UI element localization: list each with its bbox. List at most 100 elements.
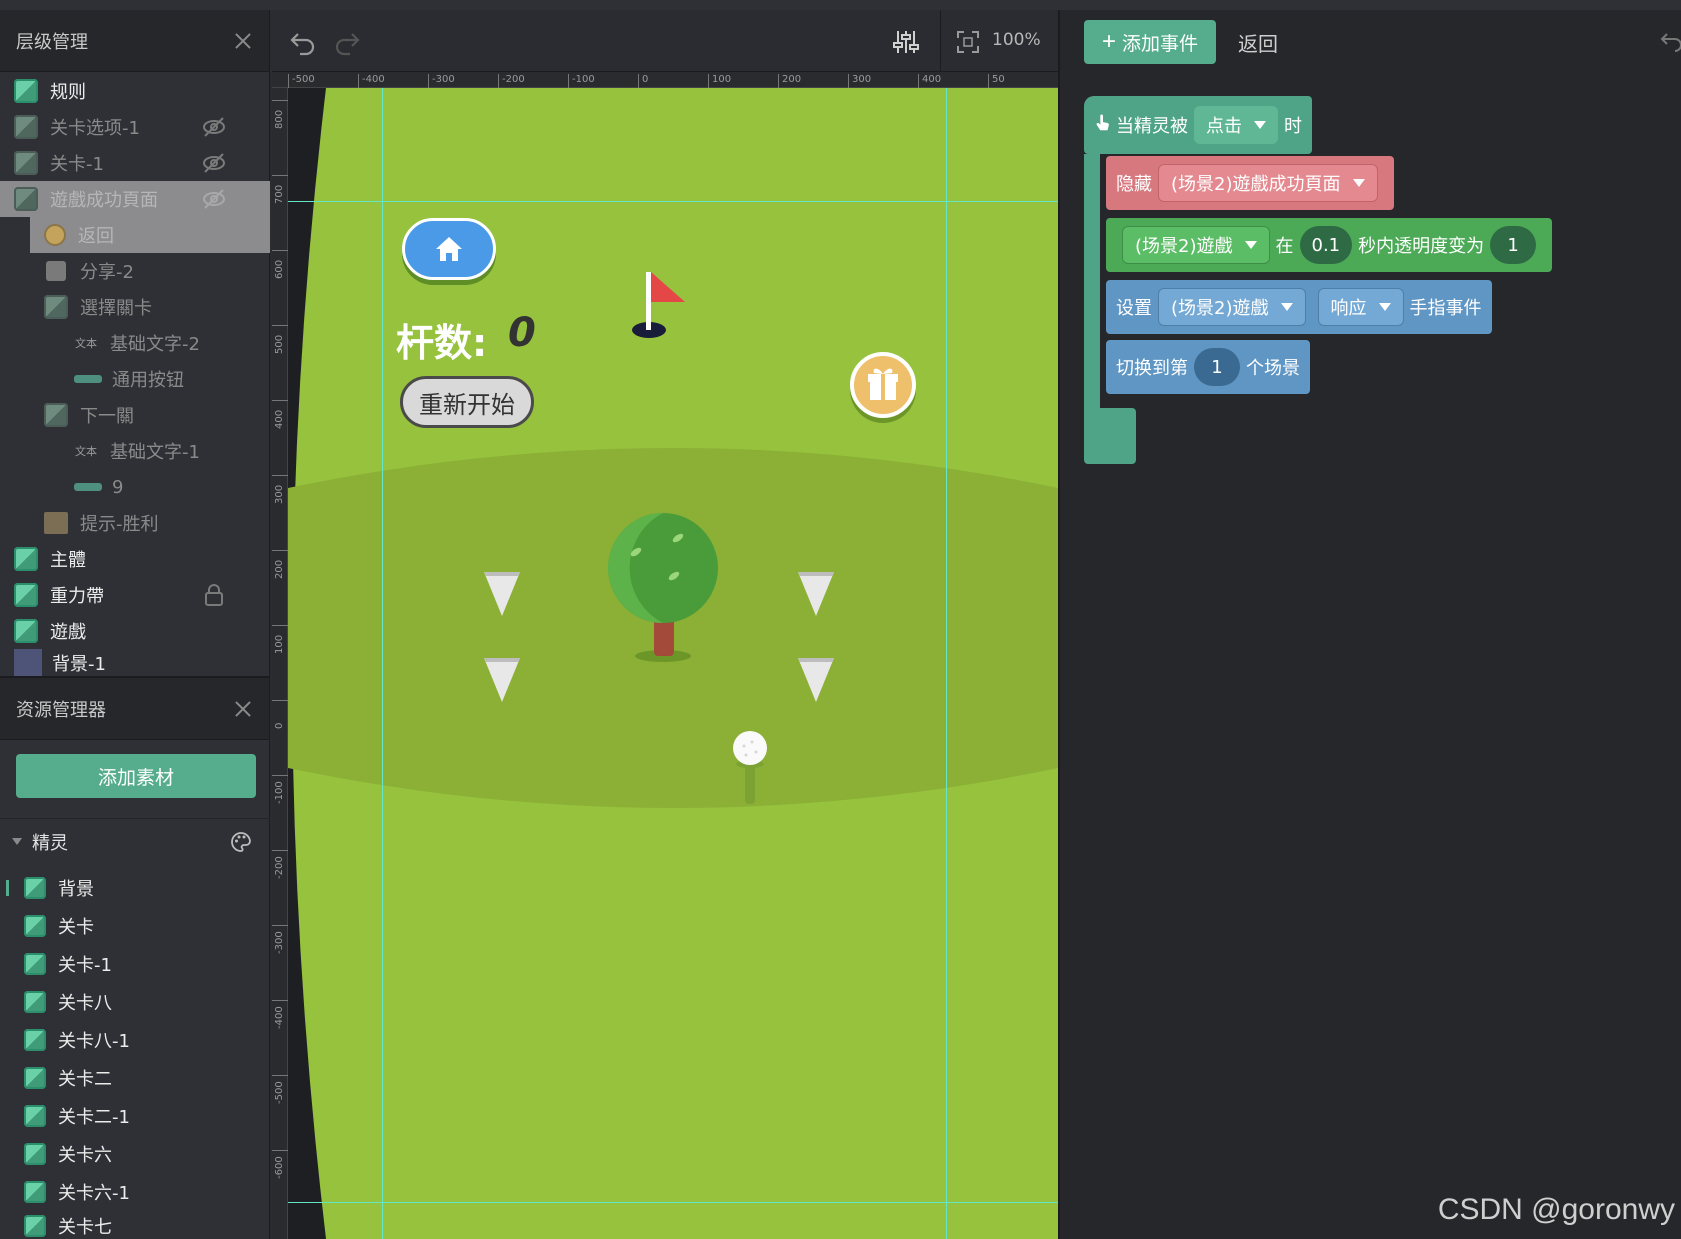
set-suffix: 手指事件 — [1409, 298, 1482, 319]
hidden-eye-icon[interactable] — [202, 115, 226, 139]
asset-label: 关卡七 — [58, 1217, 112, 1238]
back-link[interactable]: 返回 — [1238, 28, 1278, 57]
tree-item-basic-text-1[interactable]: 文本 基础文字-1 — [0, 433, 270, 469]
cube-icon — [24, 1105, 46, 1127]
ruler-tick: -100 — [568, 74, 595, 88]
restart-button[interactable]: 重新开始 — [400, 376, 534, 428]
chevron-down-icon — [12, 838, 22, 845]
event-editor-panel: + 添加事件 返回 当精灵被 点击 时 隐藏 (场景2)遊戲成功頁面 (场景2)… — [1058, 10, 1681, 1239]
tree-item-background-1[interactable]: 背景-1 — [0, 649, 270, 676]
asset-item[interactable]: 关卡八 — [0, 983, 270, 1021]
lock-icon[interactable] — [204, 583, 224, 607]
cube-icon — [24, 915, 46, 937]
tree-item-next-level[interactable]: 下一關 — [0, 397, 270, 433]
tree-item-basic-text-2[interactable]: 文本 基础文字-2 — [0, 325, 270, 361]
palette-icon[interactable] — [230, 831, 252, 853]
fade-target-dropdown[interactable]: (场景2)遊戲 — [1122, 226, 1270, 264]
opacity-block[interactable]: (场景2)遊戲 在 0.1 秒内透明度变为 1 — [1106, 218, 1553, 272]
window-top-strip — [0, 0, 1681, 10]
settings-sliders-icon[interactable] — [892, 28, 920, 56]
asset-item[interactable]: 关卡二 — [0, 1059, 270, 1097]
tree-item-common-button[interactable]: 通用按钮 — [0, 361, 270, 397]
fade-target-value: (场景2)遊戲 — [1135, 236, 1233, 257]
tree-item-label: 下一關 — [80, 406, 134, 427]
asset-item[interactable]: 关卡八-1 — [0, 1021, 270, 1059]
ruler-tick: 400 — [918, 74, 941, 88]
ruler-tick: -600 — [272, 1150, 288, 1179]
event-trigger-block[interactable]: 当精灵被 点击 时 — [1084, 96, 1312, 154]
tree-item-game[interactable]: 遊戲 — [0, 613, 270, 649]
add-asset-button[interactable]: 添加素材 — [16, 754, 256, 798]
cube-icon — [44, 403, 68, 427]
asset-item[interactable]: 关卡二-1 — [0, 1097, 270, 1135]
opacity-input[interactable]: 1 — [1490, 226, 1537, 264]
event-block-spine — [1084, 154, 1100, 410]
tree-item-label: 9 — [112, 476, 124, 498]
undo-icon[interactable] — [288, 26, 318, 56]
asset-item[interactable]: 关卡 — [0, 907, 270, 945]
tree-item-hint-win[interactable]: 提示-胜利 — [0, 505, 270, 541]
tree-item-gravity-belt[interactable]: 重力帶 — [0, 577, 270, 613]
response-mode-dropdown[interactable]: 响应 — [1317, 288, 1404, 326]
box-icon — [44, 512, 68, 534]
redo-icon[interactable] — [332, 26, 362, 56]
tree-item-game-success-page[interactable]: 遊戲成功頁面 — [0, 181, 270, 217]
tree-item-label: 关卡选项-1 — [50, 118, 140, 139]
set-response-block[interactable]: 设置 (场景2)遊戲 响应 手指事件 — [1106, 280, 1492, 334]
ruler-tick: 0 — [638, 74, 648, 88]
editor-toolbar: + 添加事件 返回 — [1060, 10, 1681, 72]
ruler-tick: 700 — [272, 175, 288, 204]
zoom-level[interactable]: 100% — [992, 30, 1041, 50]
tree-item-level-option-1[interactable]: 关卡选项-1 — [0, 109, 270, 145]
close-icon[interactable] — [233, 31, 253, 51]
undo-icon[interactable] — [1659, 28, 1681, 52]
hide-target-value: (场景2)遊戲成功頁面 — [1171, 174, 1341, 195]
cube-icon — [24, 1143, 46, 1165]
hide-block[interactable]: 隐藏 (场景2)遊戲成功頁面 — [1106, 156, 1394, 210]
tree-item-main-body[interactable]: 主體 — [0, 541, 270, 577]
asset-item[interactable]: 关卡六-1 — [0, 1173, 270, 1211]
sprite-group-header[interactable]: 精灵 — [0, 818, 270, 864]
circle-icon — [44, 224, 66, 246]
tree-item-select-level[interactable]: 選擇關卡 — [0, 289, 270, 325]
assets-header: 资源管理器 — [0, 678, 269, 740]
tree-item-9[interactable]: 9 — [0, 469, 270, 505]
scene-index-input[interactable]: 1 — [1194, 348, 1240, 386]
hide-target-dropdown[interactable]: (场景2)遊戲成功頁面 — [1158, 164, 1378, 202]
hidden-eye-icon[interactable] — [202, 187, 226, 211]
asset-item[interactable]: 背景 — [0, 869, 270, 907]
home-button[interactable] — [402, 218, 496, 280]
add-event-button[interactable]: + 添加事件 — [1084, 20, 1216, 64]
ruler-vertical: 800 700 600 500 400 300 200 100 0 -100 -… — [272, 88, 288, 1239]
cone-obstacle — [484, 658, 520, 702]
cube-icon — [14, 187, 38, 211]
button-icon — [74, 375, 102, 383]
asset-item[interactable]: 关卡六 — [0, 1135, 270, 1173]
plus-icon: + — [1101, 28, 1116, 55]
tree-item-rules[interactable]: 规则 — [0, 73, 270, 109]
ruler-tick: -400 — [358, 74, 385, 88]
asset-item[interactable]: 关卡七 — [0, 1211, 270, 1239]
cube-icon — [44, 295, 68, 319]
tree-item-label: 遊戲 — [50, 622, 86, 643]
tree-item-label: 分享-2 — [80, 262, 134, 283]
ruler-horizontal: -500 -400 -300 -200 -100 0 100 200 300 4… — [272, 72, 1058, 88]
tree-item-back[interactable]: 返回 — [30, 217, 270, 253]
seconds-input[interactable]: 0.1 — [1299, 226, 1353, 264]
gift-button[interactable] — [850, 352, 916, 418]
switch-prefix: 切换到第 — [1116, 358, 1188, 379]
fit-screen-icon[interactable] — [956, 30, 980, 54]
asset-label: 关卡八 — [58, 993, 112, 1014]
set-target-dropdown[interactable]: (场景2)遊戲 — [1158, 288, 1306, 326]
tree-item-share-2[interactable]: 分享-2 — [0, 253, 270, 289]
tree-item-level-1[interactable]: 关卡-1 — [0, 145, 270, 181]
ruler-tick: 50 — [988, 74, 1005, 88]
scene-canvas[interactable]: 杆数: 0 重新开始 — [288, 88, 1058, 1239]
hidden-eye-icon[interactable] — [202, 151, 226, 175]
trigger-dropdown[interactable]: 点击 — [1194, 106, 1278, 144]
tree-item-label: 返回 — [78, 226, 114, 247]
asset-item[interactable]: 关卡-1 — [0, 945, 270, 983]
switch-scene-block[interactable]: 切换到第 1 个场景 — [1106, 340, 1310, 394]
ruler-tick: 400 — [272, 400, 288, 429]
close-icon[interactable] — [233, 699, 253, 719]
